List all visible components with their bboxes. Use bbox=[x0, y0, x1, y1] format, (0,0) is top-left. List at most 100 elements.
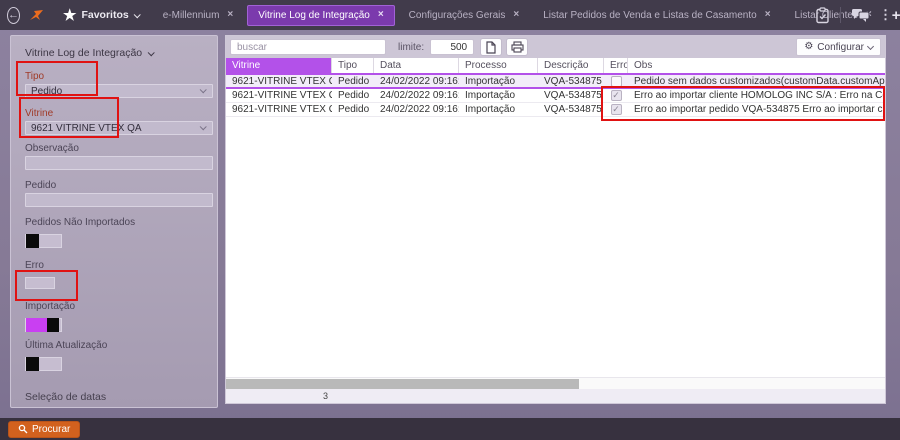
erro-checkbox[interactable]: ✓ bbox=[610, 104, 622, 115]
erro-checkbox[interactable]: ✓ bbox=[610, 90, 622, 101]
back-icon: ← bbox=[8, 8, 19, 21]
favorites-label: Favoritos bbox=[81, 9, 129, 21]
star-icon: ★ bbox=[63, 6, 77, 24]
chevron-down-icon bbox=[866, 42, 875, 50]
topbar-right: ⋮ bbox=[815, 6, 900, 24]
ultima-atualizacao-label: Última Atualização bbox=[25, 340, 108, 351]
procurar-label: Procurar bbox=[32, 423, 71, 435]
pedido-label: Pedido bbox=[25, 180, 57, 191]
cell-tipo: Pedido bbox=[338, 104, 370, 115]
tab-vitrine-log[interactable]: Vitrine Log de Integração × bbox=[247, 4, 395, 26]
cell-data: 24/02/2022 09:16:43 bbox=[380, 90, 459, 101]
tab-label: Vitrine Log de Integração bbox=[258, 9, 370, 21]
horizontal-scrollbar[interactable] bbox=[226, 377, 885, 389]
column-header-data[interactable]: Data bbox=[374, 58, 459, 73]
column-header-descricao[interactable]: Descrição bbox=[538, 58, 604, 73]
cell-obs: Erro ao importar pedido VQA-534875 Erro … bbox=[634, 104, 885, 115]
cell-obs: Pedido sem dados customizados(customData… bbox=[634, 75, 885, 87]
chevron-down-icon bbox=[199, 86, 207, 94]
cell-processo: Importação bbox=[465, 75, 516, 87]
chat-icon[interactable] bbox=[851, 8, 870, 23]
cell-vitrine: 9621-VITRINE VTEX QA bbox=[232, 75, 332, 87]
procurar-button[interactable]: Procurar bbox=[8, 420, 81, 438]
cell-processo: Importação bbox=[465, 90, 516, 101]
scrollbar-thumb[interactable] bbox=[226, 379, 579, 389]
importacao-label: Importação bbox=[25, 301, 76, 312]
document-icon bbox=[486, 40, 496, 54]
favorites-menu[interactable]: ★ Favoritos bbox=[63, 6, 141, 24]
column-header-processo[interactable]: Processo bbox=[459, 58, 538, 73]
observacao-input[interactable] bbox=[25, 156, 213, 170]
close-icon[interactable]: × bbox=[378, 10, 384, 20]
app-window: ← ★ Favoritos e-Millennium × Vitrine Log bbox=[0, 0, 900, 440]
tab-label: Listar Pedidos de Venda e Listas de Casa… bbox=[543, 9, 757, 21]
back-button[interactable]: ← bbox=[7, 6, 20, 24]
cell-descricao: VQA-534875 bbox=[544, 104, 602, 115]
tipo-select[interactable]: Pedido bbox=[25, 84, 213, 98]
tab-label: e-Millennium bbox=[162, 9, 220, 21]
column-header-vitrine[interactable]: Vitrine bbox=[226, 58, 332, 73]
sidebar-title[interactable]: Vitrine Log de Integração bbox=[25, 47, 217, 59]
print-button[interactable] bbox=[506, 38, 529, 56]
kebab-menu-icon[interactable]: ⋮ bbox=[879, 7, 892, 23]
export-button[interactable] bbox=[480, 38, 503, 56]
vitrine-value: 9621 VITRINE VTEX QA bbox=[31, 122, 142, 134]
erro-toggle[interactable] bbox=[25, 277, 55, 289]
millennium-logo-icon bbox=[28, 7, 45, 24]
importacao-toggle[interactable] bbox=[25, 318, 62, 332]
observacao-label: Observação bbox=[25, 143, 79, 154]
selecao-datas-heading: Seleção de datas bbox=[25, 391, 107, 403]
table-empty-area bbox=[226, 117, 885, 377]
table-row[interactable]: 9621-VITRINE VTEX QA Pedido 24/02/2022 0… bbox=[226, 89, 885, 103]
pedido-input[interactable] bbox=[25, 193, 213, 207]
printer-icon bbox=[511, 41, 524, 53]
tab-e-millennium[interactable]: e-Millennium × bbox=[153, 6, 244, 25]
erro-checkbox[interactable] bbox=[610, 75, 622, 87]
table-header: Vitrine Tipo Data Processo Descrição Err… bbox=[226, 58, 885, 75]
cell-tipo: Pedido bbox=[338, 90, 370, 101]
results-panel: limite: ⚙ Configurar bbox=[225, 35, 886, 404]
table-footer: 3 bbox=[226, 389, 885, 403]
column-header-tipo[interactable]: Tipo bbox=[332, 58, 374, 73]
tasks-clipboard-icon[interactable] bbox=[815, 6, 830, 24]
column-header-erro[interactable]: Erro bbox=[604, 58, 628, 73]
tab-bar: e-Millennium × Vitrine Log de Integração… bbox=[153, 4, 882, 26]
search-input[interactable] bbox=[230, 39, 386, 55]
pedidos-nao-importados-label: Pedidos Não Importados bbox=[25, 217, 136, 228]
cell-descricao: VQA-534875 bbox=[544, 75, 602, 87]
limit-input[interactable] bbox=[430, 39, 475, 55]
cell-obs: Erro ao importar cliente HOMOLOG INC S/A… bbox=[634, 90, 885, 101]
pedidos-nao-importados-toggle[interactable] bbox=[25, 234, 62, 248]
close-icon[interactable]: × bbox=[513, 10, 519, 20]
tipo-value: Pedido bbox=[31, 85, 63, 97]
sidebar-title-label: Vitrine Log de Integração bbox=[25, 47, 143, 59]
close-icon[interactable]: × bbox=[227, 10, 233, 20]
divider bbox=[840, 7, 841, 23]
column-header-obs[interactable]: Obs bbox=[628, 58, 885, 73]
ultima-atualizacao-toggle[interactable] bbox=[25, 357, 62, 371]
results-toolbar: limite: ⚙ Configurar bbox=[226, 36, 885, 58]
gear-icon: ⚙ bbox=[804, 41, 814, 52]
cell-erro bbox=[604, 75, 628, 87]
cell-vitrine: 9621-VITRINE VTEX QA bbox=[232, 104, 332, 115]
cell-data: 24/02/2022 09:16:43 bbox=[380, 75, 459, 87]
tab-listar-pedidos[interactable]: Listar Pedidos de Venda e Listas de Casa… bbox=[533, 6, 780, 25]
cell-erro: ✓ bbox=[604, 104, 628, 115]
topbar: ← ★ Favoritos e-Millennium × Vitrine Log bbox=[0, 0, 900, 30]
close-icon[interactable]: × bbox=[765, 10, 771, 20]
configurar-button[interactable]: ⚙ Configurar bbox=[796, 38, 881, 56]
tab-configuracoes-gerais[interactable]: Configurações Gerais × bbox=[399, 6, 530, 25]
cell-vitrine: 9621-VITRINE VTEX QA bbox=[232, 90, 332, 101]
cell-tipo: Pedido bbox=[338, 75, 370, 87]
limit-label: limite: bbox=[398, 41, 425, 53]
table-row[interactable]: 9621-VITRINE VTEX QA Pedido 24/02/2022 0… bbox=[226, 75, 885, 89]
configurar-label: Configurar bbox=[817, 41, 864, 53]
table-row[interactable]: 9621-VITRINE VTEX QA Pedido 24/02/2022 0… bbox=[226, 103, 885, 117]
cell-data: 24/02/2022 09:16:43 bbox=[380, 104, 459, 115]
vitrine-select[interactable]: 9621 VITRINE VTEX QA bbox=[25, 121, 213, 135]
cell-erro: ✓ bbox=[604, 90, 628, 101]
chevron-down-icon bbox=[199, 123, 207, 131]
topbar-left: ← ★ Favoritos e-Millennium × Vitrine Log bbox=[0, 4, 900, 26]
cell-descricao: VQA-534875 bbox=[544, 90, 602, 101]
bottom-bar: Procurar bbox=[0, 418, 900, 440]
